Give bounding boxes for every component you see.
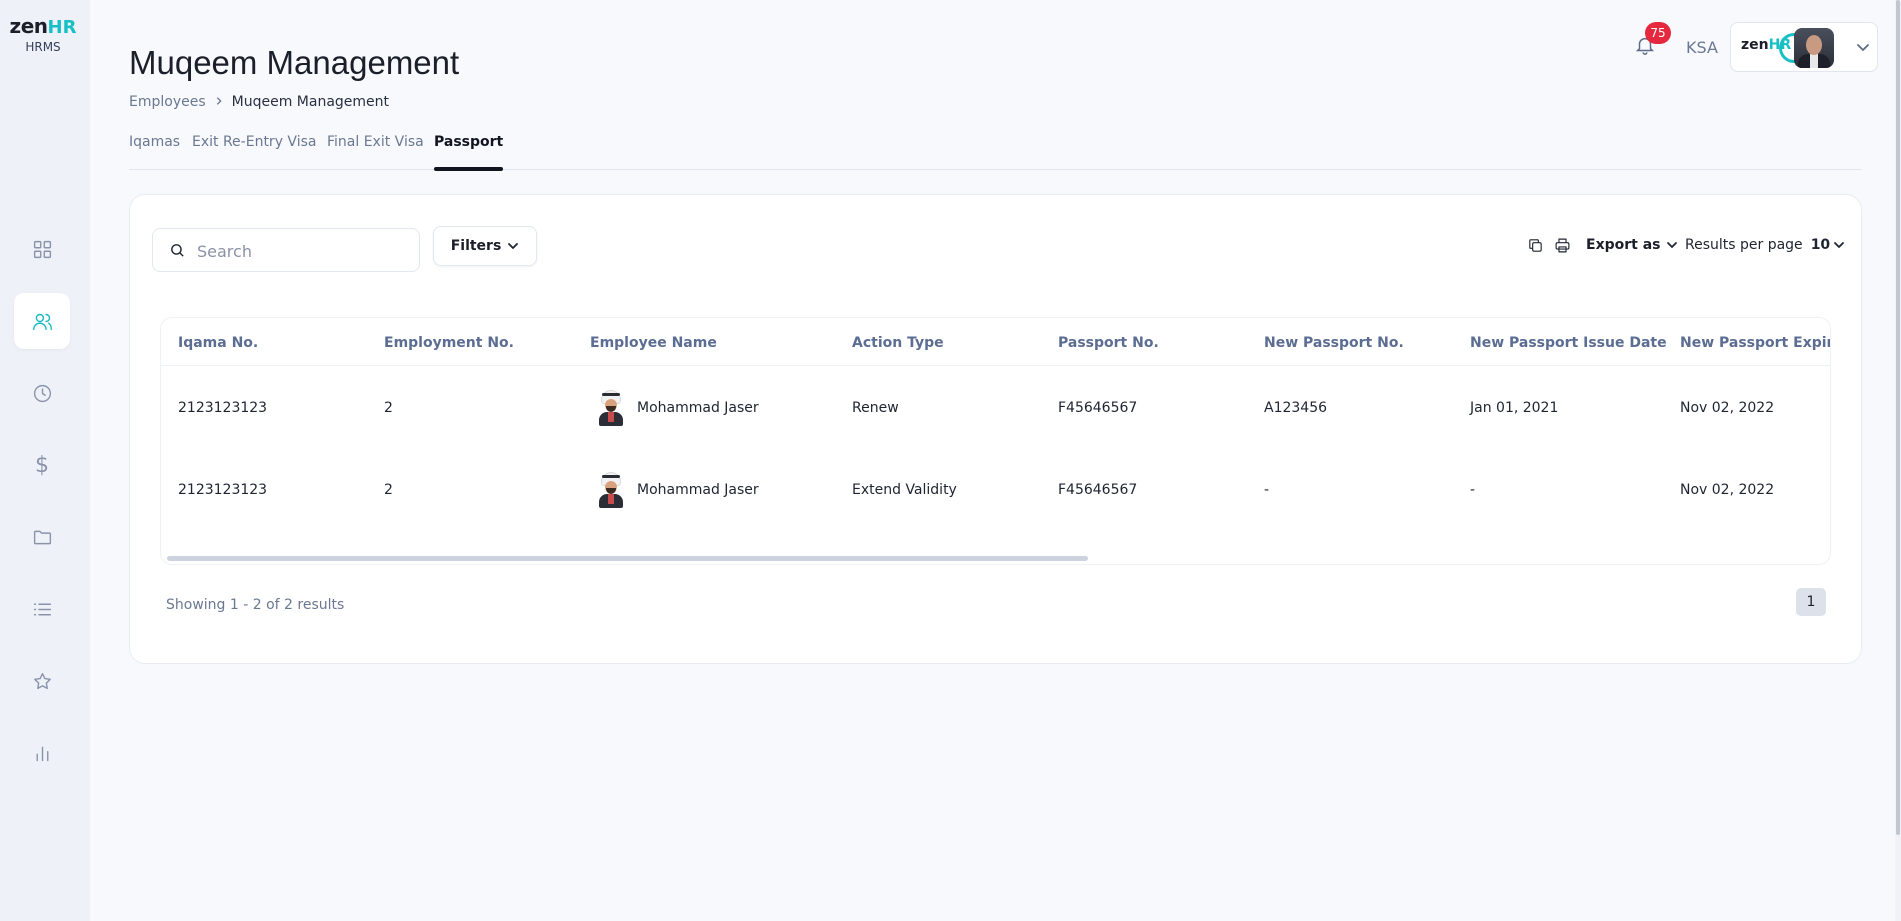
column-header[interactable]: Employment No.: [384, 335, 514, 351]
issue-date-cell: Jan 01, 2021: [1470, 400, 1559, 416]
table-row[interactable]: 2123123123 2 Mohammad Jaser Renew F45646…: [161, 366, 1830, 448]
tab-bar: Iqamas Exit Re-Entry Visa Final Exit Vis…: [129, 134, 1862, 171]
new-passport-cell: -: [1264, 482, 1270, 498]
iqama-cell: 2123123123: [178, 482, 268, 498]
tab-exit-re-entry-visa[interactable]: Exit Re-Entry Visa: [192, 134, 316, 170]
expiry-date-cell: Nov 02, 2022: [1680, 482, 1775, 498]
sidebar-item-dashboard[interactable]: [14, 221, 70, 277]
sidebar-item-payroll[interactable]: $: [14, 437, 70, 493]
new-passport-cell: A123456: [1264, 400, 1328, 416]
column-header[interactable]: New Passport No.: [1264, 335, 1404, 351]
table-horizontal-scrollbar[interactable]: [167, 556, 1088, 561]
brand-name: zen: [9, 14, 48, 38]
star-icon: [33, 672, 51, 689]
breadcrumb-current: Muqeem Management: [231, 94, 390, 110]
search-input[interactable]: [197, 239, 407, 263]
sidebar-item-requests[interactable]: [14, 581, 70, 637]
chevron-down-icon: [1855, 39, 1871, 55]
column-header[interactable]: New Passport Expiry D: [1680, 335, 1830, 351]
sidebar-item-performance[interactable]: [14, 653, 70, 709]
passport-card: Filters Export as Results per page 10 Iq…: [129, 194, 1862, 664]
company-logo-text: zen: [1741, 37, 1769, 53]
print-icon: [1555, 238, 1570, 253]
action-type-cell: Extend Validity: [852, 482, 957, 498]
passport-cell: F45646567: [1058, 482, 1138, 498]
column-header[interactable]: Employee Name: [590, 335, 717, 351]
employee-cell[interactable]: Mohammad Jaser: [597, 390, 759, 426]
grid-icon: [33, 240, 51, 258]
user-avatar: [1794, 28, 1834, 68]
page-button-1[interactable]: 1: [1796, 588, 1826, 616]
search-box[interactable]: [152, 228, 420, 272]
column-header[interactable]: Passport No.: [1058, 335, 1159, 351]
page-title: Muqeem Management: [129, 44, 460, 81]
search-icon: [171, 244, 184, 257]
users-icon: [32, 313, 52, 330]
table-header: Iqama No. Employment No. Employee Name A…: [161, 318, 1830, 366]
sidebar: zenHR HRMS $: [0, 0, 90, 921]
employee-name: Mohammad Jaser: [637, 400, 759, 416]
passport-table: Iqama No. Employment No. Employee Name A…: [160, 317, 1831, 565]
iqama-cell: 2123123123: [178, 400, 268, 416]
chevron-right-icon: [214, 94, 224, 110]
list-icon: [33, 603, 51, 615]
employee-name: Mohammad Jaser: [637, 482, 759, 498]
employee-avatar: [597, 390, 625, 426]
account-menu[interactable]: zenHR: [1730, 22, 1878, 72]
region-label[interactable]: KSA: [1686, 38, 1718, 57]
tab-iqamas[interactable]: Iqamas: [129, 134, 180, 170]
filters-button[interactable]: Filters: [433, 226, 537, 266]
results-per-page: Results per page 10: [1685, 237, 1845, 253]
column-header[interactable]: Iqama No.: [178, 335, 258, 351]
employment-cell: 2: [384, 482, 393, 498]
page-scrollbar-thumb[interactable]: [1896, 0, 1900, 835]
filters-label: Filters: [450, 238, 502, 254]
results-per-page-select[interactable]: 10: [1811, 237, 1845, 253]
brand-name-accent: HR: [47, 17, 77, 38]
table-row[interactable]: 2123123123 2 Mohammad Jaser Extend Valid…: [161, 448, 1830, 530]
dollar-icon: $: [35, 452, 49, 478]
copy-button[interactable]: [1527, 237, 1545, 255]
sidebar-item-employees[interactable]: [14, 293, 70, 349]
clock-icon: [33, 384, 51, 402]
print-button[interactable]: [1554, 237, 1572, 255]
breadcrumb-employees[interactable]: Employees: [129, 94, 206, 110]
export-label: Export as: [1586, 237, 1661, 253]
folder-icon: [33, 530, 51, 544]
employee-cell[interactable]: Mohammad Jaser: [597, 472, 759, 508]
brand-logo[interactable]: zenHR HRMS: [0, 14, 86, 54]
copy-icon: [1529, 239, 1542, 252]
brand-subtitle: HRMS: [25, 40, 61, 54]
sidebar-item-documents[interactable]: [14, 509, 70, 565]
notification-badge: 75: [1645, 22, 1671, 44]
column-header[interactable]: Action Type: [852, 335, 944, 351]
employee-avatar: [597, 472, 625, 508]
results-per-page-label: Results per page: [1685, 237, 1803, 253]
sidebar-item-reports[interactable]: [14, 725, 70, 781]
export-dropdown[interactable]: Export as: [1586, 237, 1678, 253]
employment-cell: 2: [384, 400, 393, 416]
passport-cell: F45646567: [1058, 400, 1138, 416]
bar-chart-icon: [36, 746, 48, 761]
chevron-down-icon: [1833, 239, 1845, 251]
issue-date-cell: -: [1470, 482, 1476, 498]
column-header[interactable]: New Passport Issue Date: [1470, 335, 1667, 351]
action-type-cell: Renew: [852, 400, 899, 416]
results-per-page-value: 10: [1810, 237, 1831, 253]
tab-passport[interactable]: Passport: [434, 134, 504, 171]
expiry-date-cell: Nov 02, 2022: [1680, 400, 1775, 416]
page-scrollbar[interactable]: [1895, 0, 1901, 921]
chevron-down-icon: [507, 240, 519, 252]
tab-final-exit-visa[interactable]: Final Exit Visa: [327, 134, 424, 170]
results-summary: Showing 1 - 2 of 2 results: [166, 597, 345, 613]
breadcrumb: Employees Muqeem Management: [129, 94, 389, 110]
chevron-down-icon: [1666, 239, 1678, 251]
sidebar-item-attendance[interactable]: [14, 365, 70, 421]
